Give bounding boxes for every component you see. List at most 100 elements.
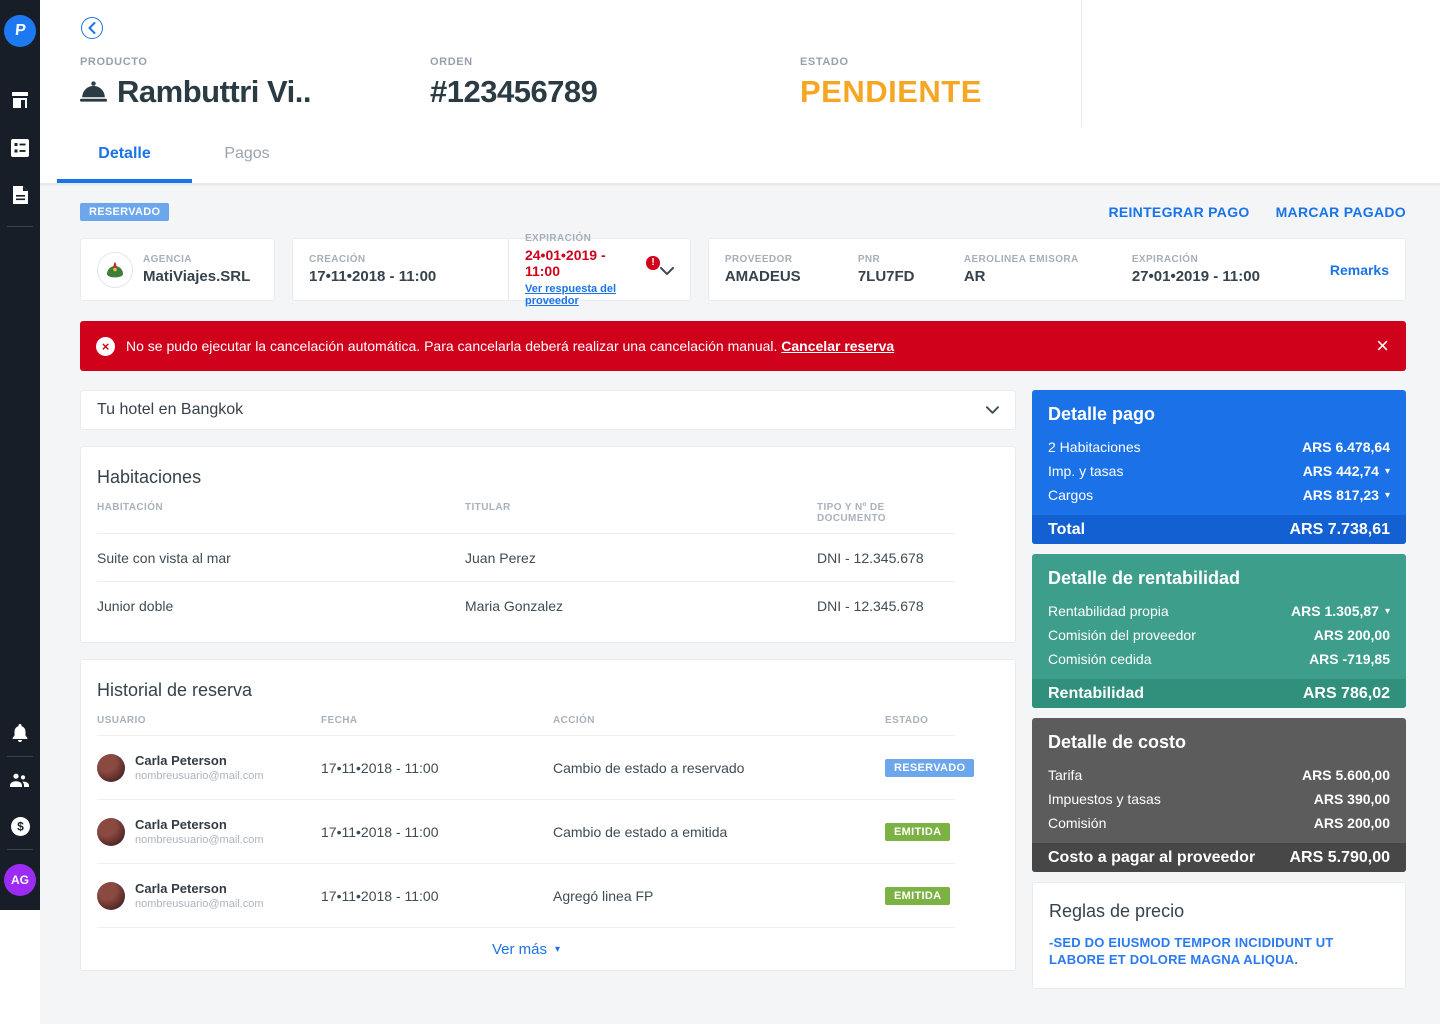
product-group: PRODUCTO Rambuttri Vi..	[80, 56, 311, 110]
ver-mas-label: Ver más	[492, 941, 547, 958]
document-icon	[13, 186, 28, 204]
cancelar-reserva-link[interactable]: Cancelar reserva	[781, 338, 894, 354]
toolbar: RESERVADO REINTEGRAR PAGO MARCAR PAGADO	[80, 203, 1406, 221]
chevron-down-icon[interactable]	[986, 406, 999, 414]
column-header: ESTADO	[885, 715, 955, 726]
product-label: PRODUCTO	[80, 56, 311, 68]
caret-down-icon[interactable]: ▾	[1385, 466, 1390, 477]
header: PRODUCTO Rambuttri Vi.. ORDEN #123456789…	[40, 0, 1440, 128]
row-value: ARS 5.600,00	[1302, 767, 1390, 783]
ver-respuesta-link[interactable]: Ver respuesta del proveedor	[525, 283, 660, 307]
reintegrar-pago-link[interactable]: REINTEGRAR PAGO	[1108, 204, 1249, 220]
caret-down-icon[interactable]: ▾	[1385, 606, 1390, 617]
habitaciones-title: Habitaciones	[81, 463, 1015, 502]
row-label: Cargos	[1048, 487, 1093, 503]
fecha-cell: 17•11•2018 - 11:00	[321, 888, 553, 904]
row-value: ARS 6.478,64	[1302, 439, 1390, 455]
svg-text:$: $	[17, 819, 24, 833]
warning-icon: !	[646, 256, 660, 270]
row-value: ARS 1.305,87	[1291, 603, 1379, 619]
reglas-title: Reglas de precio	[1049, 901, 1389, 922]
row-value: ARS 200,00	[1314, 627, 1390, 643]
user-avatar[interactable]: AG	[4, 864, 36, 896]
row-value: ARS 200,00	[1314, 815, 1390, 831]
pnr-label: PNR	[858, 254, 926, 265]
fechas-card: CREACIÓN 17•11•2018 - 11:00 EXPIRACIÓN 2…	[292, 238, 691, 301]
reglas-precio-card: Reglas de precio -SED DO EIUSMOD TEMPOR …	[1032, 882, 1406, 989]
proveedor-card: PROVEEDOR AMADEUS PNR 7LU7FD AEROLINEA E…	[708, 238, 1406, 301]
status-group: ESTADO PENDIENTE	[800, 56, 982, 110]
documento-cell: DNI - 12.345.678	[817, 598, 955, 614]
app-logo-glyph: P	[14, 22, 27, 40]
sidebar-item-orders[interactable]	[0, 131, 40, 165]
expiracion2-label: EXPIRACIÓN	[1132, 254, 1292, 265]
ver-mas-button[interactable]: Ver más ▾	[97, 928, 955, 970]
user-name: Carla Peterson	[135, 881, 264, 896]
sidebar-item-documents[interactable]	[0, 178, 40, 212]
panel-title: Detalle de costo	[1032, 730, 1406, 763]
historial-title: Historial de reserva	[81, 676, 1015, 715]
back-button[interactable]	[81, 17, 103, 39]
marcar-pagado-link[interactable]: MARCAR PAGADO	[1276, 204, 1406, 220]
column-header: FECHA	[321, 715, 553, 726]
app-logo[interactable]: P	[4, 15, 36, 47]
row-value: ARS -719,85	[1309, 651, 1390, 667]
user-email: nombreusuario@mail.com	[135, 834, 264, 846]
habitaciones-card: Habitaciones HABITACIÓN TITULAR TIPO Y N…	[80, 446, 1016, 643]
sidebar-item-billing[interactable]: $	[0, 809, 40, 843]
historial-card: Historial de reserva USUARIO FECHA ACCIÓ…	[80, 659, 1016, 971]
cancellation-alert: × No se pudo ejecutar la cancelación aut…	[80, 321, 1406, 371]
order-label: ORDEN	[430, 56, 597, 68]
habitaciones-header-row: HABITACIÓN TITULAR TIPO Y Nº DE DOCUMENT…	[97, 502, 955, 534]
column-header: TITULAR	[465, 502, 817, 524]
user-name: Carla Peterson	[135, 753, 264, 768]
header-divider	[1081, 0, 1082, 127]
sidebar-divider	[7, 756, 33, 757]
alert-message: No se pudo ejecutar la cancelación autom…	[126, 338, 777, 354]
panel-total-row: Costo a pagar al proveedor ARS 5.790,00	[1032, 843, 1406, 872]
sidebar-item-users[interactable]	[0, 763, 40, 797]
product-name: Rambuttri Vi..	[117, 74, 311, 110]
user-email: nombreusuario@mail.com	[135, 898, 264, 910]
accion-cell: Cambio de estado a emitida	[553, 824, 885, 840]
titular-cell: Juan Perez	[465, 550, 817, 566]
total-value: ARS 5.790,00	[1289, 849, 1390, 867]
order-group: ORDEN #123456789	[430, 56, 597, 110]
caret-down-icon[interactable]: ▾	[1385, 490, 1390, 501]
expiracion2-value: 27•01•2019 - 11:00	[1132, 268, 1292, 285]
fecha-cell: 17•11•2018 - 11:00	[321, 824, 553, 840]
hotel-section-header[interactable]: Tu hotel en Bangkok	[80, 390, 1016, 430]
status-badge: EMITIDA	[885, 887, 950, 905]
row-label: Tarifa	[1048, 767, 1082, 783]
column-header: USUARIO	[97, 715, 321, 726]
proveedor-value: AMADEUS	[725, 268, 820, 285]
remarks-link[interactable]: Remarks	[1330, 262, 1389, 278]
proveedor-label: PROVEEDOR	[725, 254, 820, 265]
panel-title: Detalle de rentabilidad	[1032, 566, 1406, 599]
user-name: Carla Peterson	[135, 817, 264, 832]
sidebar-item-notifications[interactable]	[0, 716, 40, 750]
total-value: ARS 786,02	[1303, 685, 1390, 703]
row-label: Impuestos y tasas	[1048, 791, 1161, 807]
row-label: 2 Habitaciones	[1048, 439, 1141, 455]
expand-expiracion-button[interactable]	[660, 267, 674, 275]
close-icon[interactable]: ×	[1376, 335, 1389, 357]
chevron-down-icon	[660, 267, 674, 275]
tab-detalle[interactable]: Detalle	[57, 128, 192, 183]
sidebar-item-store[interactable]	[0, 83, 40, 117]
people-icon	[10, 773, 30, 787]
hotel-title: Tu hotel en Bangkok	[97, 401, 243, 419]
column-header: ACCIÓN	[553, 715, 885, 726]
bell-icon	[12, 724, 28, 742]
panel-total-row: Total ARS 7.738,61	[1032, 515, 1406, 544]
habitacion-cell: Suite con vista al mar	[97, 550, 465, 566]
table-row: Suite con vista al mar Juan Perez DNI - …	[97, 534, 955, 582]
sidebar-divider	[7, 849, 33, 850]
column-header: TIPO Y Nº DE DOCUMENTO	[817, 502, 955, 524]
expiracion-label: EXPIRACIÓN	[525, 233, 660, 244]
tab-pagos[interactable]: Pagos	[192, 128, 302, 183]
expiracion-value: 24•01•2019 - 11:00	[525, 247, 640, 279]
agency-logo	[97, 252, 133, 288]
tab-bar: Detalle Pagos	[40, 128, 1440, 184]
detalle-costo-panel: Detalle de costo Tarifa ARS 5.600,00 Imp…	[1032, 718, 1406, 872]
